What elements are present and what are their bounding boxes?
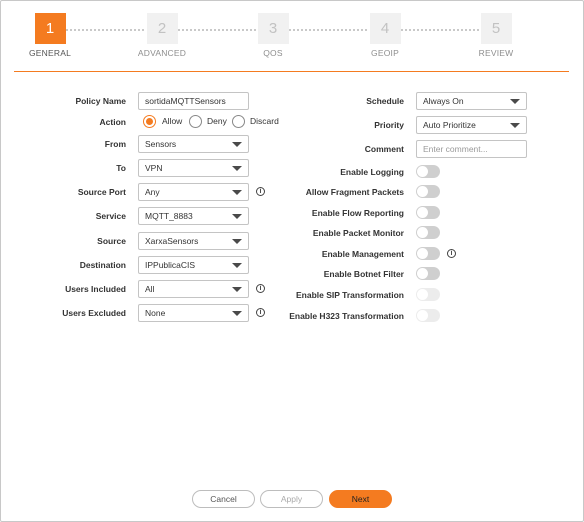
- priority-value: Auto Prioritize: [423, 120, 476, 130]
- step-geoip[interactable]: 4 GEOIP: [340, 13, 430, 58]
- schedule-select[interactable]: Always On: [416, 92, 527, 110]
- step-label: GEOIP: [371, 48, 399, 58]
- priority-label: Priority: [374, 120, 404, 130]
- schedule-value: Always On: [423, 96, 464, 106]
- source-label: Source: [97, 236, 126, 246]
- chevron-down-icon: [510, 99, 520, 104]
- allow-fragment-packets-toggle[interactable]: [416, 185, 440, 198]
- to-label: To: [116, 163, 126, 173]
- enable-botnet-filter-toggle[interactable]: [416, 267, 440, 280]
- toggle-label: Allow Fragment Packets: [305, 187, 404, 197]
- chevron-down-icon: [232, 239, 242, 244]
- next-button[interactable]: Next: [329, 490, 392, 508]
- priority-select[interactable]: Auto Prioritize: [416, 116, 527, 134]
- enable-flow-reporting-toggle[interactable]: [416, 206, 440, 219]
- action-allow-radio[interactable]: [143, 115, 156, 128]
- info-icon[interactable]: i: [447, 249, 456, 258]
- toggle-label: Enable SIP Transformation: [295, 290, 404, 300]
- comment-input[interactable]: Enter comment...: [416, 140, 527, 158]
- step-label: QOS: [263, 48, 283, 58]
- source-value: XarxaSensors: [145, 236, 199, 246]
- users-included-value: All: [145, 284, 155, 294]
- service-label: Service: [95, 211, 126, 221]
- enable-packet-monitor-toggle[interactable]: [416, 226, 440, 239]
- step-number: 3: [257, 13, 289, 44]
- source-port-label: Source Port: [77, 187, 126, 197]
- enable-logging-toggle[interactable]: [416, 165, 440, 178]
- destination-value: IPPublicaCIS: [145, 260, 196, 270]
- toggle-label: Enable H323 Transformation: [289, 311, 404, 321]
- step-general[interactable]: 1 GENERAL: [5, 13, 95, 58]
- users-excluded-value: None: [145, 308, 166, 318]
- step-label: ADVANCED: [137, 48, 187, 58]
- step-qos[interactable]: 3 QOS: [228, 13, 318, 58]
- comment-label: Comment: [364, 144, 404, 154]
- toggle-label: Enable Botnet Filter: [323, 269, 404, 279]
- enable-sip-transformation-toggle[interactable]: [416, 288, 440, 301]
- step-number: 5: [480, 13, 512, 44]
- service-value: MQTT_8883: [145, 211, 193, 221]
- apply-button[interactable]: Apply: [260, 490, 323, 508]
- from-value: Sensors: [145, 139, 177, 149]
- step-review[interactable]: 5 REVIEW: [451, 13, 541, 58]
- step-label: GENERAL: [28, 48, 72, 58]
- source-port-value: Any: [145, 187, 160, 197]
- policy-name-label: Policy Name: [75, 96, 126, 106]
- to-value: VPN: [145, 163, 163, 173]
- toggle-label: Enable Packet Monitor: [312, 228, 404, 238]
- header-divider: [14, 71, 569, 72]
- users-excluded-label: Users Excluded: [62, 308, 126, 318]
- step-advanced[interactable]: 2 ADVANCED: [117, 13, 207, 58]
- step-number: 2: [146, 13, 178, 44]
- enable-h323-transformation-toggle[interactable]: [416, 309, 440, 322]
- chevron-down-icon: [510, 123, 520, 128]
- schedule-label: Schedule: [366, 96, 404, 106]
- action-deny-radio[interactable]: [189, 115, 202, 128]
- step-number: 1: [34, 13, 66, 44]
- users-included-label: Users Included: [65, 284, 126, 294]
- toggle-label: Enable Logging: [340, 167, 404, 177]
- toggle-label: Enable Flow Reporting: [311, 208, 404, 218]
- step-label: REVIEW: [478, 48, 514, 58]
- action-allow-label: Allow: [162, 116, 183, 126]
- action-label: Action: [99, 117, 126, 127]
- step-number: 4: [369, 13, 401, 44]
- cancel-button[interactable]: Cancel: [192, 490, 255, 508]
- from-label: From: [104, 139, 126, 149]
- enable-management-toggle[interactable]: [416, 247, 440, 260]
- toggle-label: Enable Management: [321, 249, 404, 259]
- destination-label: Destination: [79, 260, 126, 270]
